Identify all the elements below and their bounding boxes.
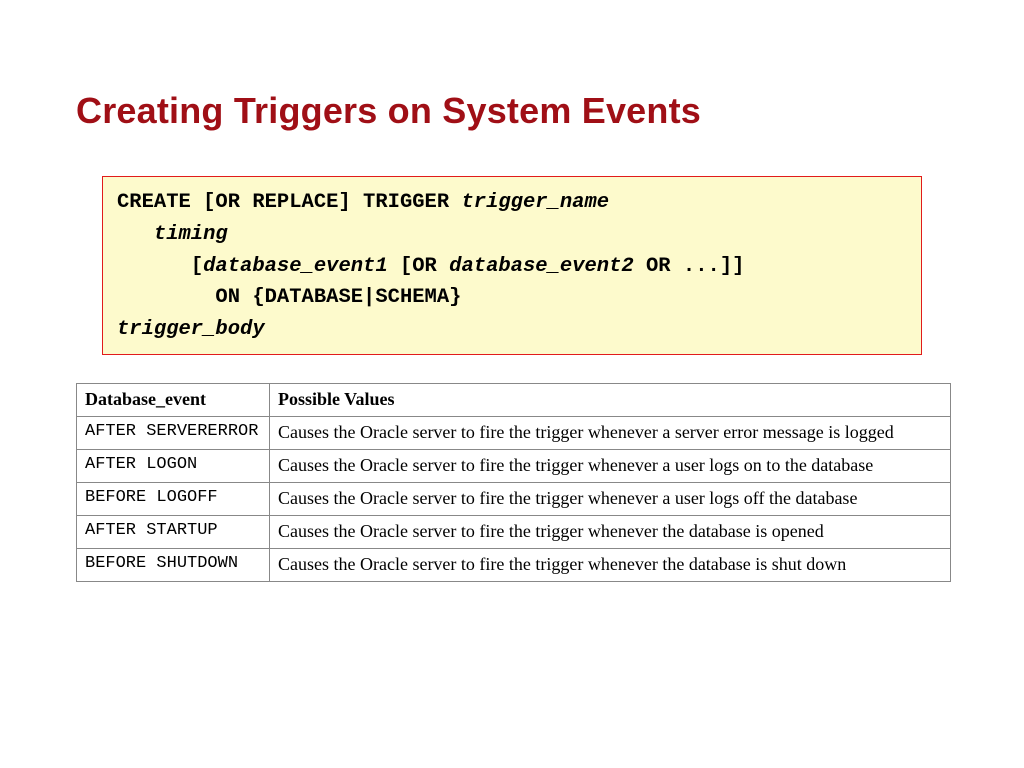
- desc-cell: Causes the Oracle server to fire the tri…: [270, 449, 951, 482]
- event-cell: AFTER SERVERERROR: [77, 416, 270, 449]
- code-text: ON {DATABASE|SCHEMA}: [215, 286, 461, 309]
- code-param: timing: [154, 223, 228, 246]
- desc-cell: Causes the Oracle server to fire the tri…: [270, 548, 951, 581]
- slide-content: Creating Triggers on System Events CREAT…: [0, 0, 1024, 622]
- event-cell: AFTER LOGON: [77, 449, 270, 482]
- event-cell: AFTER STARTUP: [77, 515, 270, 548]
- syntax-code-box: CREATE [OR REPLACE] TRIGGER trigger_name…: [102, 176, 922, 355]
- code-line-3: [database_event1 [OR database_event2 OR …: [117, 251, 907, 283]
- code-line-2: timing: [117, 219, 907, 251]
- code-param: trigger_body: [117, 318, 265, 341]
- slide-title: Creating Triggers on System Events: [76, 90, 952, 132]
- table-row: AFTER LOGON Causes the Oracle server to …: [77, 449, 951, 482]
- events-table: Database_event Possible Values AFTER SER…: [76, 383, 951, 582]
- code-line-5: trigger_body: [117, 314, 907, 346]
- event-cell: BEFORE SHUTDOWN: [77, 548, 270, 581]
- table-row: AFTER SERVERERROR Causes the Oracle serv…: [77, 416, 951, 449]
- table-head-row: Database_event Possible Values: [77, 383, 951, 416]
- table-head-values: Possible Values: [270, 383, 951, 416]
- code-param: database_event1: [203, 255, 388, 278]
- code-text: CREATE [OR REPLACE] TRIGGER: [117, 191, 461, 214]
- table-row: BEFORE LOGOFF Causes the Oracle server t…: [77, 482, 951, 515]
- code-text: [: [191, 255, 203, 278]
- code-text: [OR: [388, 255, 450, 278]
- code-param: trigger_name: [461, 191, 609, 214]
- table-head-event: Database_event: [77, 383, 270, 416]
- code-line-4: ON {DATABASE|SCHEMA}: [117, 282, 907, 314]
- desc-cell: Causes the Oracle server to fire the tri…: [270, 416, 951, 449]
- code-text: OR ...]]: [634, 255, 745, 278]
- desc-cell: Causes the Oracle server to fire the tri…: [270, 482, 951, 515]
- table-row: BEFORE SHUTDOWN Causes the Oracle server…: [77, 548, 951, 581]
- code-line-1: CREATE [OR REPLACE] TRIGGER trigger_name: [117, 187, 907, 219]
- event-cell: BEFORE LOGOFF: [77, 482, 270, 515]
- code-param: database_event2: [449, 255, 634, 278]
- desc-cell: Causes the Oracle server to fire the tri…: [270, 515, 951, 548]
- table-row: AFTER STARTUP Causes the Oracle server t…: [77, 515, 951, 548]
